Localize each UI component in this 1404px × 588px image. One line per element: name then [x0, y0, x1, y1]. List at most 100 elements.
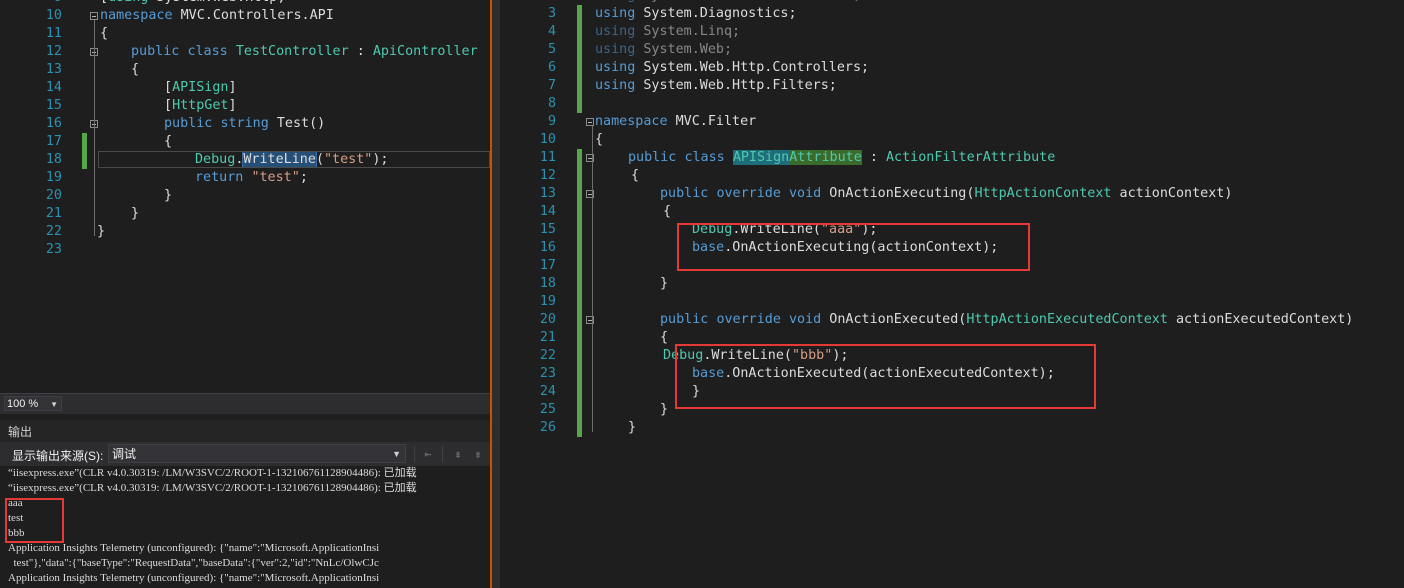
- line-number: 9: [38, 0, 62, 7]
- code-token: MVC.Filter: [667, 114, 757, 129]
- line-number: 3: [547, 6, 556, 21]
- code-token: :: [348, 44, 373, 59]
- code-token: [: [100, 0, 108, 5]
- code-token: ]: [228, 98, 237, 113]
- find-message-icon[interactable]: ⇤: [420, 446, 436, 462]
- collapse-icon[interactable]: [586, 118, 594, 126]
- code-line: }: [660, 275, 668, 293]
- line-number: 12: [539, 168, 556, 183]
- code-line: public override void OnActionExecuting(H…: [660, 185, 1232, 203]
- line-number: 6: [547, 60, 556, 75]
- output-text-area[interactable]: “iisexpress.exe”(CLR v4.0.30319: /LM/W3S…: [0, 466, 490, 588]
- code-token: using: [108, 0, 148, 5]
- change-marker: [82, 133, 87, 169]
- previous-message-icon[interactable]: ⇞: [450, 446, 466, 462]
- line-number: 20: [539, 312, 556, 327]
- code-token: APISign: [732, 150, 790, 165]
- line-number: 10: [45, 8, 62, 23]
- code-token: actionExecutedContext): [1167, 312, 1354, 327]
- code-line: using System.Linq;: [595, 23, 740, 41]
- output-line: “iisexpress.exe”(CLR v4.0.30319: /LM/W3S…: [8, 467, 417, 479]
- code-token: class: [684, 150, 725, 165]
- code-line: [using System.Web.Http;: [100, 0, 285, 7]
- code-line: {: [595, 131, 603, 149]
- right-code-editor[interactable]: 2using System.Collections.Generic;3using…: [500, 0, 1404, 588]
- line-number: 13: [539, 186, 556, 201]
- code-line: {: [631, 167, 639, 185]
- line-number: 14: [45, 80, 62, 95]
- code-token: override: [716, 186, 781, 201]
- line-number: 16: [539, 240, 556, 255]
- line-number: 19: [45, 170, 62, 185]
- line-number: 15: [539, 222, 556, 237]
- left-code-editor[interactable]: 9[using System.Web.Http;10namespace MVC.…: [0, 0, 490, 393]
- code-token: System.Web.Http;: [148, 0, 285, 5]
- toolbar-separator: [442, 446, 443, 462]
- code-token: using: [595, 0, 635, 3]
- code-token: using: [595, 24, 636, 39]
- code-token: string: [220, 116, 269, 131]
- code-token: ]: [228, 80, 237, 95]
- code-line: }: [628, 419, 636, 437]
- code-line: public class TestController : ApiControl…: [131, 43, 478, 61]
- code-line: }: [164, 187, 172, 205]
- code-token: {: [164, 134, 173, 149]
- code-token: TestController: [235, 44, 349, 59]
- line-number: 23: [45, 242, 62, 257]
- output-panel-title: 输出: [8, 425, 33, 439]
- code-token: void: [789, 312, 822, 327]
- change-marker: [577, 149, 582, 437]
- code-token: MVC.Controllers.API: [172, 8, 334, 23]
- output-line: Application Insights Telemetry (unconfig…: [8, 572, 380, 584]
- annotation-box-output: [5, 498, 64, 543]
- code-line: {: [663, 203, 671, 221]
- code-token: namespace: [595, 114, 668, 129]
- output-source-label: 显示输出来源(S):: [12, 449, 104, 463]
- line-number: 11: [539, 150, 556, 165]
- line-number: 14: [539, 204, 556, 219]
- outline-guide: [94, 128, 95, 200]
- code-token: {: [663, 204, 672, 219]
- line-number: 23: [539, 366, 556, 381]
- code-token: using: [595, 42, 636, 57]
- code-token: }: [660, 276, 669, 291]
- chevron-down-icon: ▼: [50, 400, 58, 409]
- code-token: OnActionExecuting(: [821, 186, 975, 201]
- line-number: 22: [539, 348, 556, 363]
- code-token: using: [595, 60, 636, 75]
- line-number: 21: [45, 206, 62, 221]
- line-number: 25: [539, 402, 556, 417]
- code-token: }: [164, 188, 173, 203]
- next-message-icon[interactable]: ⇟: [470, 446, 486, 462]
- code-token: [: [164, 80, 173, 95]
- code-token: "test": [251, 170, 300, 185]
- line-number: 13: [45, 62, 62, 77]
- editor-splitter[interactable]: [490, 0, 500, 588]
- zoom-dropdown[interactable]: 100 % ▼: [4, 396, 62, 411]
- line-number: 22: [45, 224, 62, 239]
- line-number: 17: [539, 258, 556, 273]
- code-token: actionContext): [1111, 186, 1233, 201]
- toolbar-separator: [414, 446, 415, 462]
- output-source-dropdown[interactable]: 调试 ▼: [108, 444, 406, 463]
- line-number: 7: [547, 78, 556, 93]
- line-number: 5: [547, 42, 556, 57]
- code-line: {: [164, 133, 172, 151]
- collapse-icon[interactable]: [90, 12, 98, 20]
- code-token: OnActionExecuted(: [821, 312, 967, 327]
- code-token: ApiController: [372, 44, 478, 59]
- output-line: Application Insights Telemetry (unconfig…: [8, 542, 380, 554]
- zoom-value: 100 %: [7, 398, 39, 410]
- code-token: HttpActionExecutedContext: [966, 312, 1168, 327]
- code-line: public override void OnActionExecuted(Ht…: [660, 311, 1353, 329]
- code-token: System.Collections.Generic;: [635, 0, 861, 3]
- line-number: 11: [45, 26, 62, 41]
- code-token: }: [97, 224, 106, 239]
- code-token: APISign: [172, 80, 229, 95]
- code-line: return "test";: [195, 169, 308, 187]
- code-line: {: [660, 329, 668, 347]
- code-token: HttpActionContext: [974, 186, 1112, 201]
